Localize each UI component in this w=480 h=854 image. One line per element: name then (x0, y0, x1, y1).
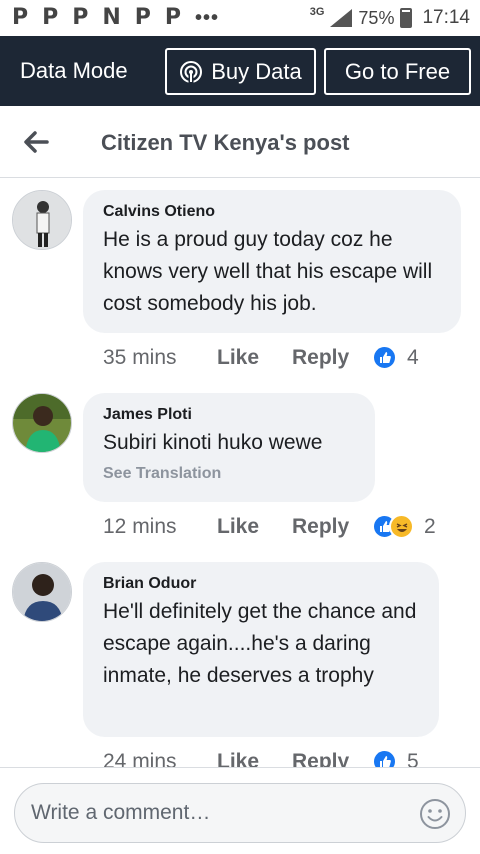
notification-p-icon: P (42, 5, 59, 30)
go-to-free-button[interactable]: Go to Free (324, 48, 471, 95)
post-header: Citizen TV Kenya's post (0, 106, 480, 178)
reaction-count: 2 (424, 514, 436, 538)
comment-actions: 12 mins Like Reply 2 (103, 514, 436, 539)
buy-data-button[interactable]: Buy Data (165, 48, 316, 95)
avatar-image (13, 563, 71, 621)
comment-bubble[interactable]: Calvins Otieno He is a proud guy today c… (83, 190, 461, 333)
go-to-free-label: Go to Free (344, 58, 451, 84)
notification-p-icon: P (12, 5, 29, 30)
comment-author[interactable]: Brian Oduor (103, 574, 419, 594)
reply-button[interactable]: Reply (292, 346, 372, 370)
notification-p-icon: P (164, 5, 182, 30)
reaction-count: 4 (407, 345, 419, 369)
comment-composer-bar (0, 767, 480, 854)
notification-p-icon: P (134, 5, 151, 30)
see-translation-link[interactable]: See Translation (103, 465, 355, 483)
notification-p-icon: P (72, 5, 89, 30)
avatar-image (13, 394, 71, 452)
comment-author[interactable]: Calvins Otieno (103, 202, 441, 222)
battery-icon (400, 8, 413, 28)
comment-author[interactable]: James Ploti (103, 405, 355, 425)
like-button[interactable]: Like (217, 346, 292, 370)
comment-time: 12 mins (103, 514, 177, 538)
data-mode-bar: Data Mode Buy Data Go to Free (0, 36, 480, 106)
comment-bubble[interactable]: James Ploti Subiri kinoti huko wewe See … (83, 393, 375, 502)
reactions[interactable]: 4 (372, 345, 419, 370)
page-title: Citizen TV Kenya's post (101, 130, 350, 155)
reactions[interactable]: 2 (372, 514, 436, 539)
comment-text: He is a proud guy today coz he knows ver… (103, 228, 433, 315)
comment-input[interactable] (31, 798, 411, 828)
avatar[interactable] (12, 393, 72, 453)
haha-reaction-icon (389, 514, 414, 539)
comment-bubble[interactable]: Brian Oduor He'll definitely get the cha… (83, 562, 439, 737)
clock: 17:14 (422, 7, 470, 28)
battery-percent: 75% (358, 7, 395, 28)
comment-actions: 35 mins Like Reply 4 (103, 345, 419, 370)
avatar-image (13, 191, 71, 249)
like-button[interactable]: Like (217, 515, 292, 539)
notification-icons: P P P N P P ••• (12, 7, 219, 30)
buy-data-label: Buy Data (211, 58, 302, 84)
signal-icon (330, 9, 353, 27)
emoji-icon[interactable] (419, 798, 451, 830)
status-bar: P P P N P P ••• 3G 75% 17:14 (0, 0, 480, 36)
back-arrow-icon[interactable] (22, 128, 50, 156)
network-type: 3G (309, 6, 325, 18)
avatar[interactable] (12, 190, 72, 250)
notification-n-icon: N (102, 5, 121, 30)
broadcast-icon (180, 60, 203, 83)
more-notifications-icon: ••• (195, 6, 220, 29)
comment-text: Subiri kinoti huko wewe (103, 431, 323, 454)
comment-composer[interactable] (14, 783, 466, 843)
data-mode-label: Data Mode (20, 58, 128, 83)
comment-time: 35 mins (103, 345, 177, 369)
reply-button[interactable]: Reply (292, 515, 372, 539)
avatar[interactable] (12, 562, 72, 622)
like-reaction-icon (372, 345, 397, 370)
comment-text: He'll definitely get the chance and esca… (103, 600, 417, 687)
